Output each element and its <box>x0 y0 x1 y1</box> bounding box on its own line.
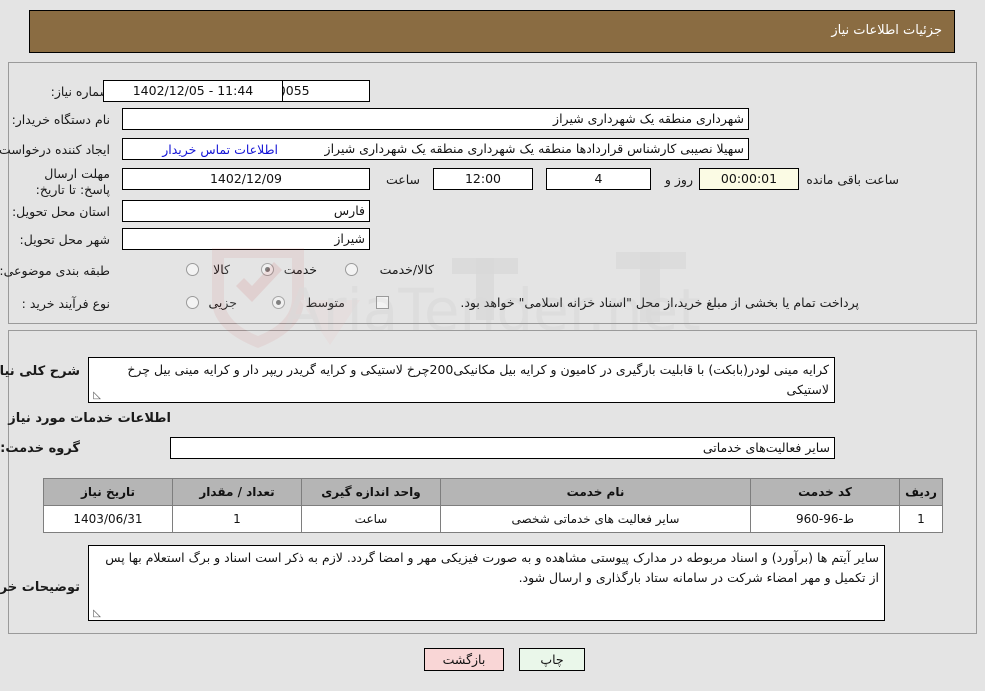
treasury-bond-checkbox[interactable] <box>376 296 389 309</box>
col-service-code: کد خدمت <box>750 478 900 506</box>
delivery-province-field[interactable]: فارس <box>122 200 370 222</box>
label-deadline-time: ساعت <box>385 172 420 187</box>
radio-label-category-goods: کالا <box>213 262 230 277</box>
buyer-notes-text: سایر آیتم ها (برآورد) و اسناد مربوطه در … <box>105 550 879 585</box>
label-general-description: شرح کلی نیاز: <box>0 364 80 379</box>
delivery-city-field[interactable]: شیراز <box>122 228 370 250</box>
print-button[interactable]: چاپ <box>519 648 585 671</box>
label-remaining-time: ساعت باقی مانده <box>806 172 899 187</box>
label-deadline: مهلت ارسال پاسخ: تا تاریخ: <box>35 166 110 197</box>
label-buyer-org: نام دستگاه خریدار: <box>11 112 110 127</box>
radio-category-service[interactable] <box>261 263 274 276</box>
radio-process-minor[interactable] <box>186 296 199 309</box>
label-delivery-city: شهر محل تحویل: <box>19 232 110 247</box>
label-service-group: گروه خدمت: <box>0 441 80 456</box>
page-root: AriaTender.net جزئیات اطلاعات نیاز شماره… <box>0 0 985 691</box>
remaining-days-field[interactable]: 4 <box>546 168 651 190</box>
label-buyer-notes: توضیحات خریدار: <box>0 580 80 595</box>
resize-grip-icon-2[interactable]: ◺ <box>91 609 101 619</box>
treasury-bond-note: پرداخت تمام یا بخشی از مبلغ خرید،از محل … <box>460 295 859 310</box>
label-delivery-province: استان محل تحویل: <box>11 204 110 219</box>
radio-label-category-goods-service: کالا/خدمت <box>379 262 434 277</box>
col-need-date: تاریخ نیاز <box>43 478 173 506</box>
radio-category-goods-service[interactable] <box>345 263 358 276</box>
buyer-org-field[interactable]: شهرداری منطقه یک شهرداری شیراز <box>122 108 749 130</box>
page-header-bar: جزئیات اطلاعات نیاز <box>29 10 955 53</box>
general-description-text: کرایه مینی لودر(بابکت) با قابلیت بارگیری… <box>127 362 829 397</box>
cell-service-name: سایر فعالیت های خدماتی شخصی <box>440 505 751 533</box>
label-remaining-days: روز و <box>664 172 693 187</box>
buyer-contact-link[interactable]: اطلاعات تماس خریدار <box>162 142 278 157</box>
table-header-row: ردیف کد خدمت نام خدمت واحد اندازه گیری ت… <box>43 478 943 506</box>
page-title: جزئیات اطلاعات نیاز <box>831 23 942 38</box>
buyer-notes-textarea[interactable]: سایر آیتم ها (برآورد) و اسناد مربوطه در … <box>88 545 885 621</box>
cell-need-date: 1403/06/31 <box>43 505 173 533</box>
radio-label-process-minor: جزیی <box>208 295 237 310</box>
radio-label-process-medium: متوسط <box>305 295 345 310</box>
radio-process-medium[interactable] <box>272 296 285 309</box>
deadline-date-field[interactable]: 1402/12/09 <box>122 168 370 190</box>
col-quantity: تعداد / مقدار <box>172 478 302 506</box>
col-service-name: نام خدمت <box>440 478 751 506</box>
label-subject-category: طبقه بندی موضوعی: <box>0 263 110 278</box>
table-row[interactable]: 1 ط-96-960 سایر فعالیت های خدماتی شخصی س… <box>43 505 943 533</box>
label-request-creator: ایجاد کننده درخواست: <box>0 142 110 157</box>
service-group-field[interactable]: سایر فعالیت‌های خدماتی <box>170 437 835 459</box>
radio-category-goods[interactable] <box>186 263 199 276</box>
label-purchase-process: نوع فرآیند خرید : <box>21 296 110 311</box>
announce-datetime-field[interactable]: 11:44 - 1402/12/05 <box>103 80 283 102</box>
cell-row: 1 <box>899 505 943 533</box>
col-row: ردیف <box>899 478 943 506</box>
services-section-heading: اطلاعات خدمات مورد نیاز <box>8 411 171 426</box>
deadline-time-field[interactable]: 12:00 <box>433 168 533 190</box>
general-description-textarea[interactable]: کرایه مینی لودر(بابکت) با قابلیت بارگیری… <box>88 357 835 403</box>
cell-service-code: ط-96-960 <box>750 505 900 533</box>
radio-label-category-service: خدمت <box>283 262 317 277</box>
remaining-time-field[interactable]: 00:00:01 <box>699 168 799 190</box>
cell-quantity: 1 <box>172 505 302 533</box>
cell-unit: ساعت <box>301 505 441 533</box>
label-need-number: شماره نیاز: <box>50 84 110 99</box>
services-table: ردیف کد خدمت نام خدمت واحد اندازه گیری ت… <box>43 478 943 533</box>
col-unit: واحد اندازه گیری <box>301 478 441 506</box>
resize-grip-icon[interactable]: ◺ <box>91 391 101 401</box>
back-button[interactable]: بازگشت <box>424 648 504 671</box>
